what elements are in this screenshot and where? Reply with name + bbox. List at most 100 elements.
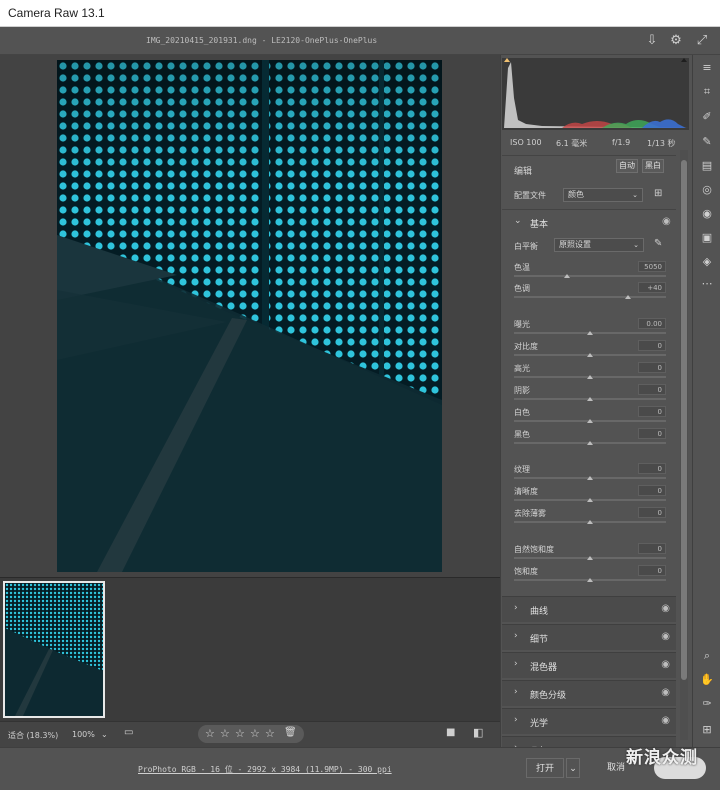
redeye-icon[interactable]: ◉ (700, 207, 714, 221)
section-grading[interactable]: › 颜色分级 ◉ (502, 680, 676, 706)
eye-icon[interactable]: ◉ (661, 659, 670, 670)
white-balance-dropdown[interactable]: 原照设置 ⌄ (554, 238, 644, 252)
star-icon[interactable]: ☆ (235, 727, 245, 740)
slider-exposure-value[interactable]: 0.00 (638, 318, 666, 329)
section-curve[interactable]: › 曲线 ◉ (502, 596, 676, 622)
slider-blacks-label: 黑色 (514, 430, 530, 439)
star-icon[interactable]: ☆ (220, 727, 230, 740)
fullscreen-icon[interactable]: ⤢ (694, 33, 710, 49)
edit-title: 编辑 (514, 167, 533, 177)
auto-button[interactable]: 自动 (616, 159, 638, 173)
profile-browser-icon[interactable]: ⊞ (654, 188, 662, 199)
crop-icon[interactable]: ⌗ (700, 85, 714, 99)
section-grading-label: 颜色分级 (530, 691, 567, 701)
slider-vibrance-handle[interactable] (587, 556, 593, 560)
gradient-icon[interactable]: ▤ (700, 159, 714, 173)
slider-highlights-handle[interactable] (587, 375, 593, 379)
profile-label: 配置文件 (514, 191, 546, 200)
eye-icon[interactable]: ◉ (662, 216, 671, 227)
slider-exposure-handle[interactable] (587, 331, 593, 335)
eye-icon[interactable]: ◉ (661, 631, 670, 642)
slider-texture-value[interactable]: 0 (638, 463, 666, 474)
slider-blacks-value[interactable]: 0 (638, 428, 666, 439)
section-mixer[interactable]: › 混色器 ◉ (502, 652, 676, 678)
section-detail[interactable]: › 细节 ◉ (502, 624, 676, 650)
slider-shadows-value[interactable]: 0 (638, 384, 666, 395)
zoom-fit-label[interactable]: 适合 (18.3%) (8, 730, 58, 741)
slider-clarity-handle[interactable] (587, 498, 593, 502)
trash-icon[interactable]: 🗑 (284, 727, 297, 738)
slider-dehaze-value[interactable]: 0 (638, 507, 666, 518)
open-options-button[interactable]: ⌄ (566, 758, 580, 778)
presets-icon[interactable]: ◈ (700, 255, 714, 269)
save-icon[interactable]: ⇩ (644, 33, 660, 49)
rating-stars[interactable]: ☆ ☆ ☆ ☆ ☆ 🗑 (198, 725, 304, 743)
slider-contrast-value[interactable]: 0 (638, 340, 666, 351)
slider-whites-value[interactable]: 0 (638, 406, 666, 417)
filmstrip-thumbnail[interactable] (3, 581, 105, 718)
slider-tint-value[interactable]: +40 (638, 282, 666, 293)
slider-clarity-label: 清晰度 (514, 487, 538, 496)
panel-scrollbar-thumb[interactable] (681, 160, 687, 680)
star-icon[interactable]: ☆ (250, 727, 260, 740)
eyedropper-icon[interactable]: ✎ (654, 238, 662, 249)
more-icon[interactable]: ⋯ (700, 277, 714, 291)
snapshots-icon[interactable]: ▣ (700, 231, 714, 245)
slider-shadows-handle[interactable] (587, 397, 593, 401)
filmstrip-toggle-icon[interactable]: ▭ (124, 727, 133, 738)
star-icon[interactable]: ☆ (205, 727, 215, 740)
edit-sliders-icon[interactable]: ≡ (700, 61, 714, 75)
grid-icon[interactable]: ⊞ (700, 723, 714, 737)
slider-saturation-value[interactable]: 0 (638, 565, 666, 576)
workflow-options-link[interactable]: ProPhoto RGB - 16 位 - 2992 x 3984 (11.9M… (138, 764, 392, 775)
zoom-dropdown-icon[interactable]: ⌄ (101, 730, 108, 739)
main-photo[interactable] (57, 60, 442, 572)
slider-shadows-label: 阴影 (514, 386, 530, 395)
open-button[interactable]: 打开 (526, 758, 564, 778)
bw-button[interactable]: 黑白 (642, 159, 664, 173)
eye-icon[interactable]: ◉ (661, 687, 670, 698)
slider-clarity-value[interactable]: 0 (638, 485, 666, 496)
section-detail-label: 细节 (530, 635, 549, 645)
exif-focal: 6.1 毫米 (556, 139, 588, 148)
slider-tint-handle[interactable] (625, 295, 631, 299)
slider-vibrance-value[interactable]: 0 (638, 543, 666, 554)
star-icon[interactable]: ☆ (265, 727, 275, 740)
profile-dropdown[interactable]: 颜色 ⌄ (563, 188, 643, 202)
chevron-right-icon: › (514, 715, 518, 725)
window-title: Camera Raw 13.1 (8, 6, 105, 20)
slider-blacks-handle[interactable] (587, 441, 593, 445)
color-sampler-icon[interactable]: ✑ (700, 697, 714, 711)
slider-temperature-track[interactable] (514, 275, 666, 277)
thumbnail-render (5, 583, 103, 716)
section-optics[interactable]: › 光学 ◉ (502, 708, 676, 734)
slider-saturation-handle[interactable] (587, 578, 593, 582)
eye-icon[interactable]: ◉ (661, 715, 670, 726)
brush-icon[interactable]: ✎ (700, 135, 714, 149)
slider-texture-handle[interactable] (587, 476, 593, 480)
radial-icon[interactable]: ◎ (700, 183, 714, 197)
chevron-right-icon: › (514, 659, 518, 669)
slider-temperature-value[interactable]: 5050 (638, 261, 666, 272)
slider-whites-handle[interactable] (587, 419, 593, 423)
zoom-level[interactable]: 100% (72, 730, 95, 739)
zoom-icon[interactable]: ⌕ (700, 649, 714, 663)
crop-preview-icon[interactable]: ■ (446, 727, 455, 738)
histogram (502, 58, 689, 130)
slider-temperature-handle[interactable] (564, 274, 571, 278)
slider-highlights-label: 高光 (514, 364, 530, 373)
slider-highlights-value[interactable]: 0 (638, 362, 666, 373)
slider-dehaze-handle[interactable] (587, 520, 593, 524)
slider-contrast-handle[interactable] (587, 353, 593, 357)
slider-tint-label: 色调 (514, 284, 530, 293)
chevron-right-icon: › (514, 631, 518, 641)
white-balance-value: 原照设置 (559, 240, 591, 249)
healing-icon[interactable]: ✐ (700, 110, 714, 124)
hand-icon[interactable]: ✋ (700, 673, 714, 687)
slider-exposure-label: 曝光 (514, 320, 530, 329)
slider-tint-track[interactable] (514, 296, 666, 298)
before-after-icon[interactable]: ◧ (473, 726, 483, 739)
basic-section-header[interactable]: ⌄ 基本 ◉ (502, 209, 676, 233)
gear-icon[interactable]: ⚙ (668, 33, 684, 49)
eye-icon[interactable]: ◉ (661, 603, 670, 614)
